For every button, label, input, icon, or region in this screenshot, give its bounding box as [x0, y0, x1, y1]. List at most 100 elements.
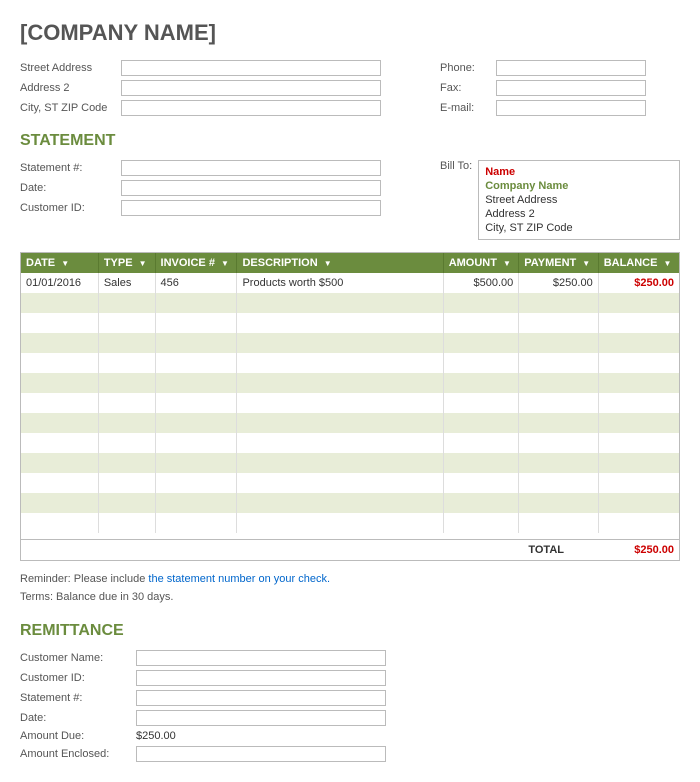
bill-to-city: City, ST ZIP Code — [485, 221, 673, 235]
col-date[interactable]: DATE ▼ — [21, 253, 98, 273]
total-label: TOTAL — [528, 544, 564, 556]
cell-invoice: 456 — [155, 273, 237, 293]
street-address-row: Street Address — [20, 60, 440, 76]
cell-description — [237, 333, 443, 353]
cell-payment — [519, 413, 598, 433]
cell-balance — [598, 313, 679, 333]
address2-input[interactable] — [121, 80, 381, 96]
remittance-field-label: Amount Due: — [20, 730, 130, 742]
cell-amount — [443, 353, 519, 373]
cell-type — [98, 333, 155, 353]
remittance-input[interactable] — [136, 650, 386, 666]
reminder-prefix: Reminder: Please include — [20, 573, 148, 585]
customer-id-label: Customer ID: — [20, 202, 115, 214]
cell-description — [237, 493, 443, 513]
col-invoice[interactable]: INVOICE # ▼ — [155, 253, 237, 273]
cell-payment: $250.00 — [519, 273, 598, 293]
cell-payment — [519, 473, 598, 493]
cell-date — [21, 473, 98, 493]
statement-num-label: Statement #: — [20, 162, 115, 174]
cell-amount: $500.00 — [443, 273, 519, 293]
cell-payment — [519, 333, 598, 353]
cell-date — [21, 373, 98, 393]
cell-date — [21, 493, 98, 513]
cell-description — [237, 313, 443, 333]
email-row: E-mail: — [440, 100, 680, 116]
cell-type: Sales — [98, 273, 155, 293]
cell-description — [237, 473, 443, 493]
cell-payment — [519, 293, 598, 313]
fax-input[interactable] — [496, 80, 646, 96]
date-sort-icon: ▼ — [61, 259, 69, 267]
cell-invoice — [155, 453, 237, 473]
cell-balance — [598, 513, 679, 533]
cell-balance — [598, 393, 679, 413]
remittance-input[interactable] — [136, 670, 386, 686]
cell-invoice — [155, 353, 237, 373]
remittance-input[interactable] — [136, 690, 386, 706]
cell-invoice — [155, 393, 237, 413]
cell-payment — [519, 353, 598, 373]
company-address-left: Street Address Address 2 City, ST ZIP Co… — [20, 60, 440, 116]
statement-section: Statement #: Date: Customer ID: Bill To:… — [20, 160, 680, 240]
cell-amount — [443, 493, 519, 513]
cell-type — [98, 433, 155, 453]
reminder-link[interactable]: the statement number on your check. — [148, 573, 330, 585]
address2-row: Address 2 — [20, 80, 440, 96]
email-input[interactable] — [496, 100, 646, 116]
col-description[interactable]: DESCRIPTION ▼ — [237, 253, 443, 273]
phone-input[interactable] — [496, 60, 646, 76]
fax-row: Fax: — [440, 80, 680, 96]
remittance-input[interactable] — [136, 746, 386, 762]
city-input[interactable] — [121, 100, 381, 116]
cell-invoice — [155, 493, 237, 513]
col-amount[interactable]: AMOUNT ▼ — [443, 253, 519, 273]
statement-num-row: Statement #: — [20, 160, 440, 176]
table-row — [21, 293, 679, 313]
remittance-input[interactable] — [136, 710, 386, 726]
table-row — [21, 413, 679, 433]
city-label: City, ST ZIP Code — [20, 102, 115, 114]
col-payment[interactable]: PAYMENT ▼ — [519, 253, 598, 273]
cell-balance — [598, 433, 679, 453]
date-input[interactable] — [121, 180, 381, 196]
cell-description: Products worth $500 — [237, 273, 443, 293]
table-row: 01/01/2016Sales456Products worth $500$50… — [21, 273, 679, 293]
amount-due-value: $250.00 — [136, 730, 176, 742]
customer-id-input[interactable] — [121, 200, 381, 216]
cell-invoice — [155, 473, 237, 493]
data-table-wrapper: DATE ▼ TYPE ▼ INVOICE # ▼ DESCRIPTION ▼ … — [20, 252, 680, 561]
description-sort-icon: ▼ — [324, 259, 332, 267]
cell-date — [21, 353, 98, 373]
table-body: 01/01/2016Sales456Products worth $500$50… — [21, 273, 679, 533]
col-type[interactable]: TYPE ▼ — [98, 253, 155, 273]
remittance-row: Date: — [20, 710, 680, 726]
cell-payment — [519, 513, 598, 533]
cell-invoice — [155, 333, 237, 353]
cell-description — [237, 413, 443, 433]
statement-num-input[interactable] — [121, 160, 381, 176]
bill-to-name: Name — [485, 165, 673, 179]
table-row — [21, 473, 679, 493]
cell-invoice — [155, 433, 237, 453]
fax-label: Fax: — [440, 82, 490, 94]
cell-date — [21, 453, 98, 473]
street-address-input[interactable] — [121, 60, 381, 76]
remittance-row: Customer ID: — [20, 670, 680, 686]
type-sort-icon: ▼ — [139, 259, 147, 267]
cell-amount — [443, 293, 519, 313]
payment-sort-icon: ▼ — [582, 259, 590, 267]
remittance-title: REMITTANCE — [20, 622, 680, 640]
col-balance[interactable]: BALANCE ▼ — [598, 253, 679, 273]
cell-balance — [598, 453, 679, 473]
cell-type — [98, 473, 155, 493]
remittance-row: Customer Name: — [20, 650, 680, 666]
cell-type — [98, 313, 155, 333]
cell-balance — [598, 353, 679, 373]
cell-type — [98, 353, 155, 373]
table-row — [21, 433, 679, 453]
phone-label: Phone: — [440, 62, 490, 74]
cell-payment — [519, 373, 598, 393]
cell-balance — [598, 333, 679, 353]
cell-type — [98, 413, 155, 433]
